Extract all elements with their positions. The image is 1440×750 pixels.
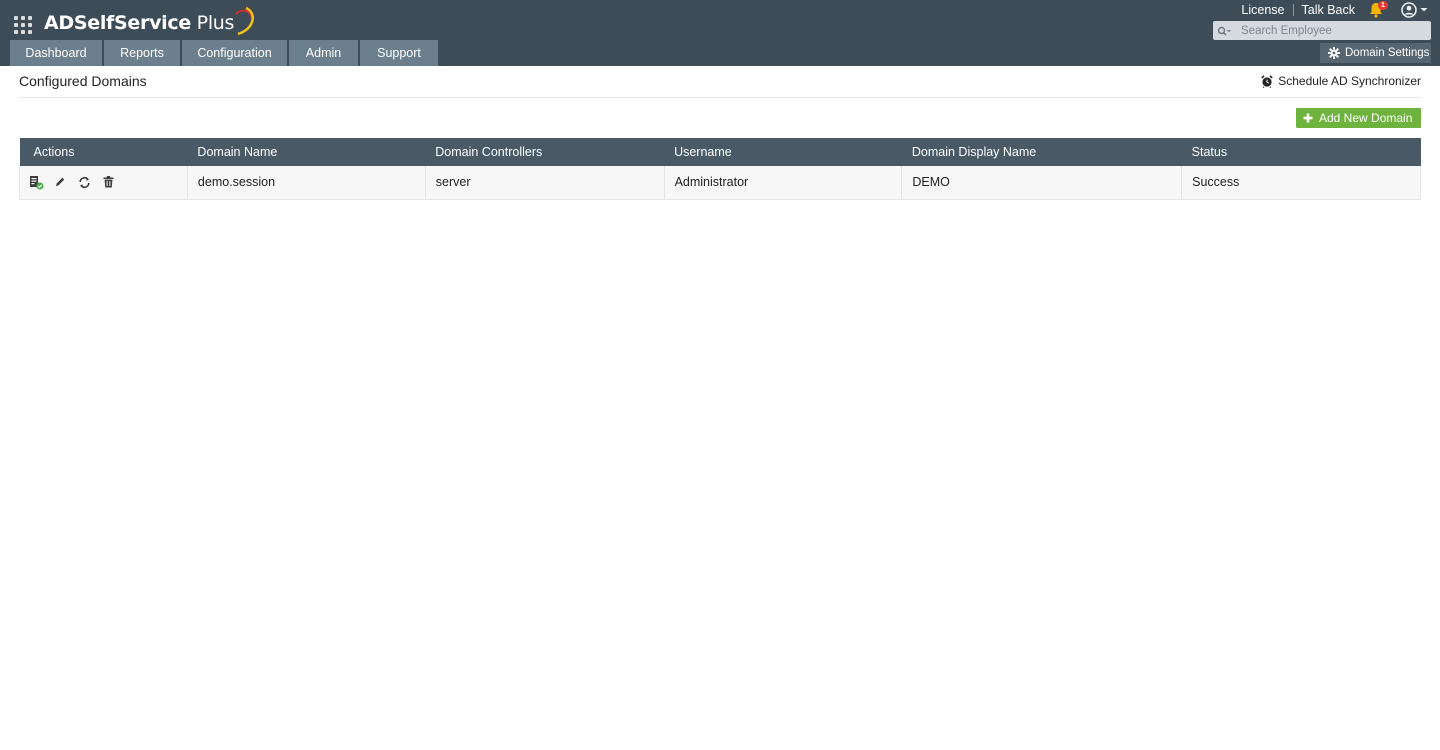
- notification-count-badge: 1: [1378, 1, 1388, 10]
- user-menu[interactable]: [1401, 2, 1428, 18]
- apps-grid-icon[interactable]: [14, 16, 32, 34]
- add-new-domain-button[interactable]: Add New Domain: [1296, 108, 1421, 128]
- delete-domain-button[interactable]: [100, 174, 116, 190]
- schedule-ad-synchronizer-label: Schedule AD Synchronizer: [1278, 74, 1421, 88]
- cell-domain-controllers: server: [425, 166, 665, 200]
- page-title: Configured Domains: [19, 73, 147, 89]
- cell-domain-name: demo.session: [187, 166, 426, 200]
- notifications-button[interactable]: 1: [1369, 1, 1389, 19]
- employee-search[interactable]: [1213, 21, 1431, 40]
- chevron-down-icon: [1420, 8, 1428, 12]
- column-header-domain-display-name[interactable]: Domain Display Name: [901, 138, 1182, 166]
- cell-domain-display-name: DEMO: [901, 166, 1183, 200]
- domain-details-button[interactable]: [28, 174, 44, 190]
- sync-icon: [78, 176, 90, 188]
- app-header: ADSelfService Plus License Talk Back 1 S…: [0, 0, 1440, 66]
- add-new-domain-label: Add New Domain: [1319, 111, 1413, 125]
- domains-table: Actions Domain Name Domain Controllers U…: [19, 138, 1421, 200]
- domain-details-icon: [29, 175, 44, 190]
- edit-domain-button[interactable]: [52, 174, 68, 190]
- schedule-ad-synchronizer-link[interactable]: Schedule AD Synchronizer: [1261, 74, 1421, 88]
- top-link-divider: [1292, 4, 1294, 16]
- column-header-domain-name[interactable]: Domain Name: [187, 138, 426, 166]
- column-header-actions: Actions: [19, 138, 188, 166]
- delete-icon: [103, 176, 113, 188]
- domain-settings-button[interactable]: Domain Settings: [1320, 43, 1431, 63]
- search-icon: [1213, 26, 1235, 36]
- column-header-domain-controllers[interactable]: Domain Controllers: [425, 138, 665, 166]
- license-link[interactable]: License: [1235, 2, 1290, 18]
- logo-text-main: ADSelfService: [44, 12, 191, 34]
- logo-text-plus: Plus: [190, 12, 235, 34]
- main-nav: Dashboard Reports Configuration Admin Su…: [10, 40, 440, 66]
- tab-admin[interactable]: Admin: [289, 40, 358, 66]
- cell-status: Success: [1181, 166, 1421, 200]
- alarm-clock-icon: [1261, 74, 1274, 88]
- cell-username: Administrator: [664, 166, 903, 200]
- plus-icon: [1303, 113, 1313, 123]
- app-logo[interactable]: ADSelfService Plus: [44, 6, 254, 38]
- tab-support[interactable]: Support: [360, 40, 438, 66]
- column-header-status[interactable]: Status: [1181, 138, 1421, 166]
- top-links: License Talk Back 1: [1235, 1, 1428, 19]
- search-input[interactable]: [1235, 24, 1425, 37]
- talk-back-link[interactable]: Talk Back: [1296, 2, 1362, 18]
- edit-icon: [56, 178, 65, 187]
- sync-domain-button[interactable]: [76, 174, 92, 190]
- column-header-username[interactable]: Username: [664, 138, 902, 166]
- table-row: demo.session server Administrator DEMO S…: [19, 166, 1421, 200]
- tab-dashboard[interactable]: Dashboard: [10, 40, 102, 66]
- title-divider: [19, 97, 1421, 98]
- user-circle-icon: [1401, 2, 1417, 18]
- domain-settings-label: Domain Settings: [1345, 47, 1430, 59]
- tab-reports[interactable]: Reports: [104, 40, 180, 66]
- table-header-row: Actions Domain Name Domain Controllers U…: [19, 138, 1421, 166]
- gear-icon: [1328, 47, 1340, 59]
- tab-configuration[interactable]: Configuration: [182, 40, 287, 66]
- logo-swoosh-icon: [235, 6, 254, 36]
- row-actions-cell: [19, 166, 188, 200]
